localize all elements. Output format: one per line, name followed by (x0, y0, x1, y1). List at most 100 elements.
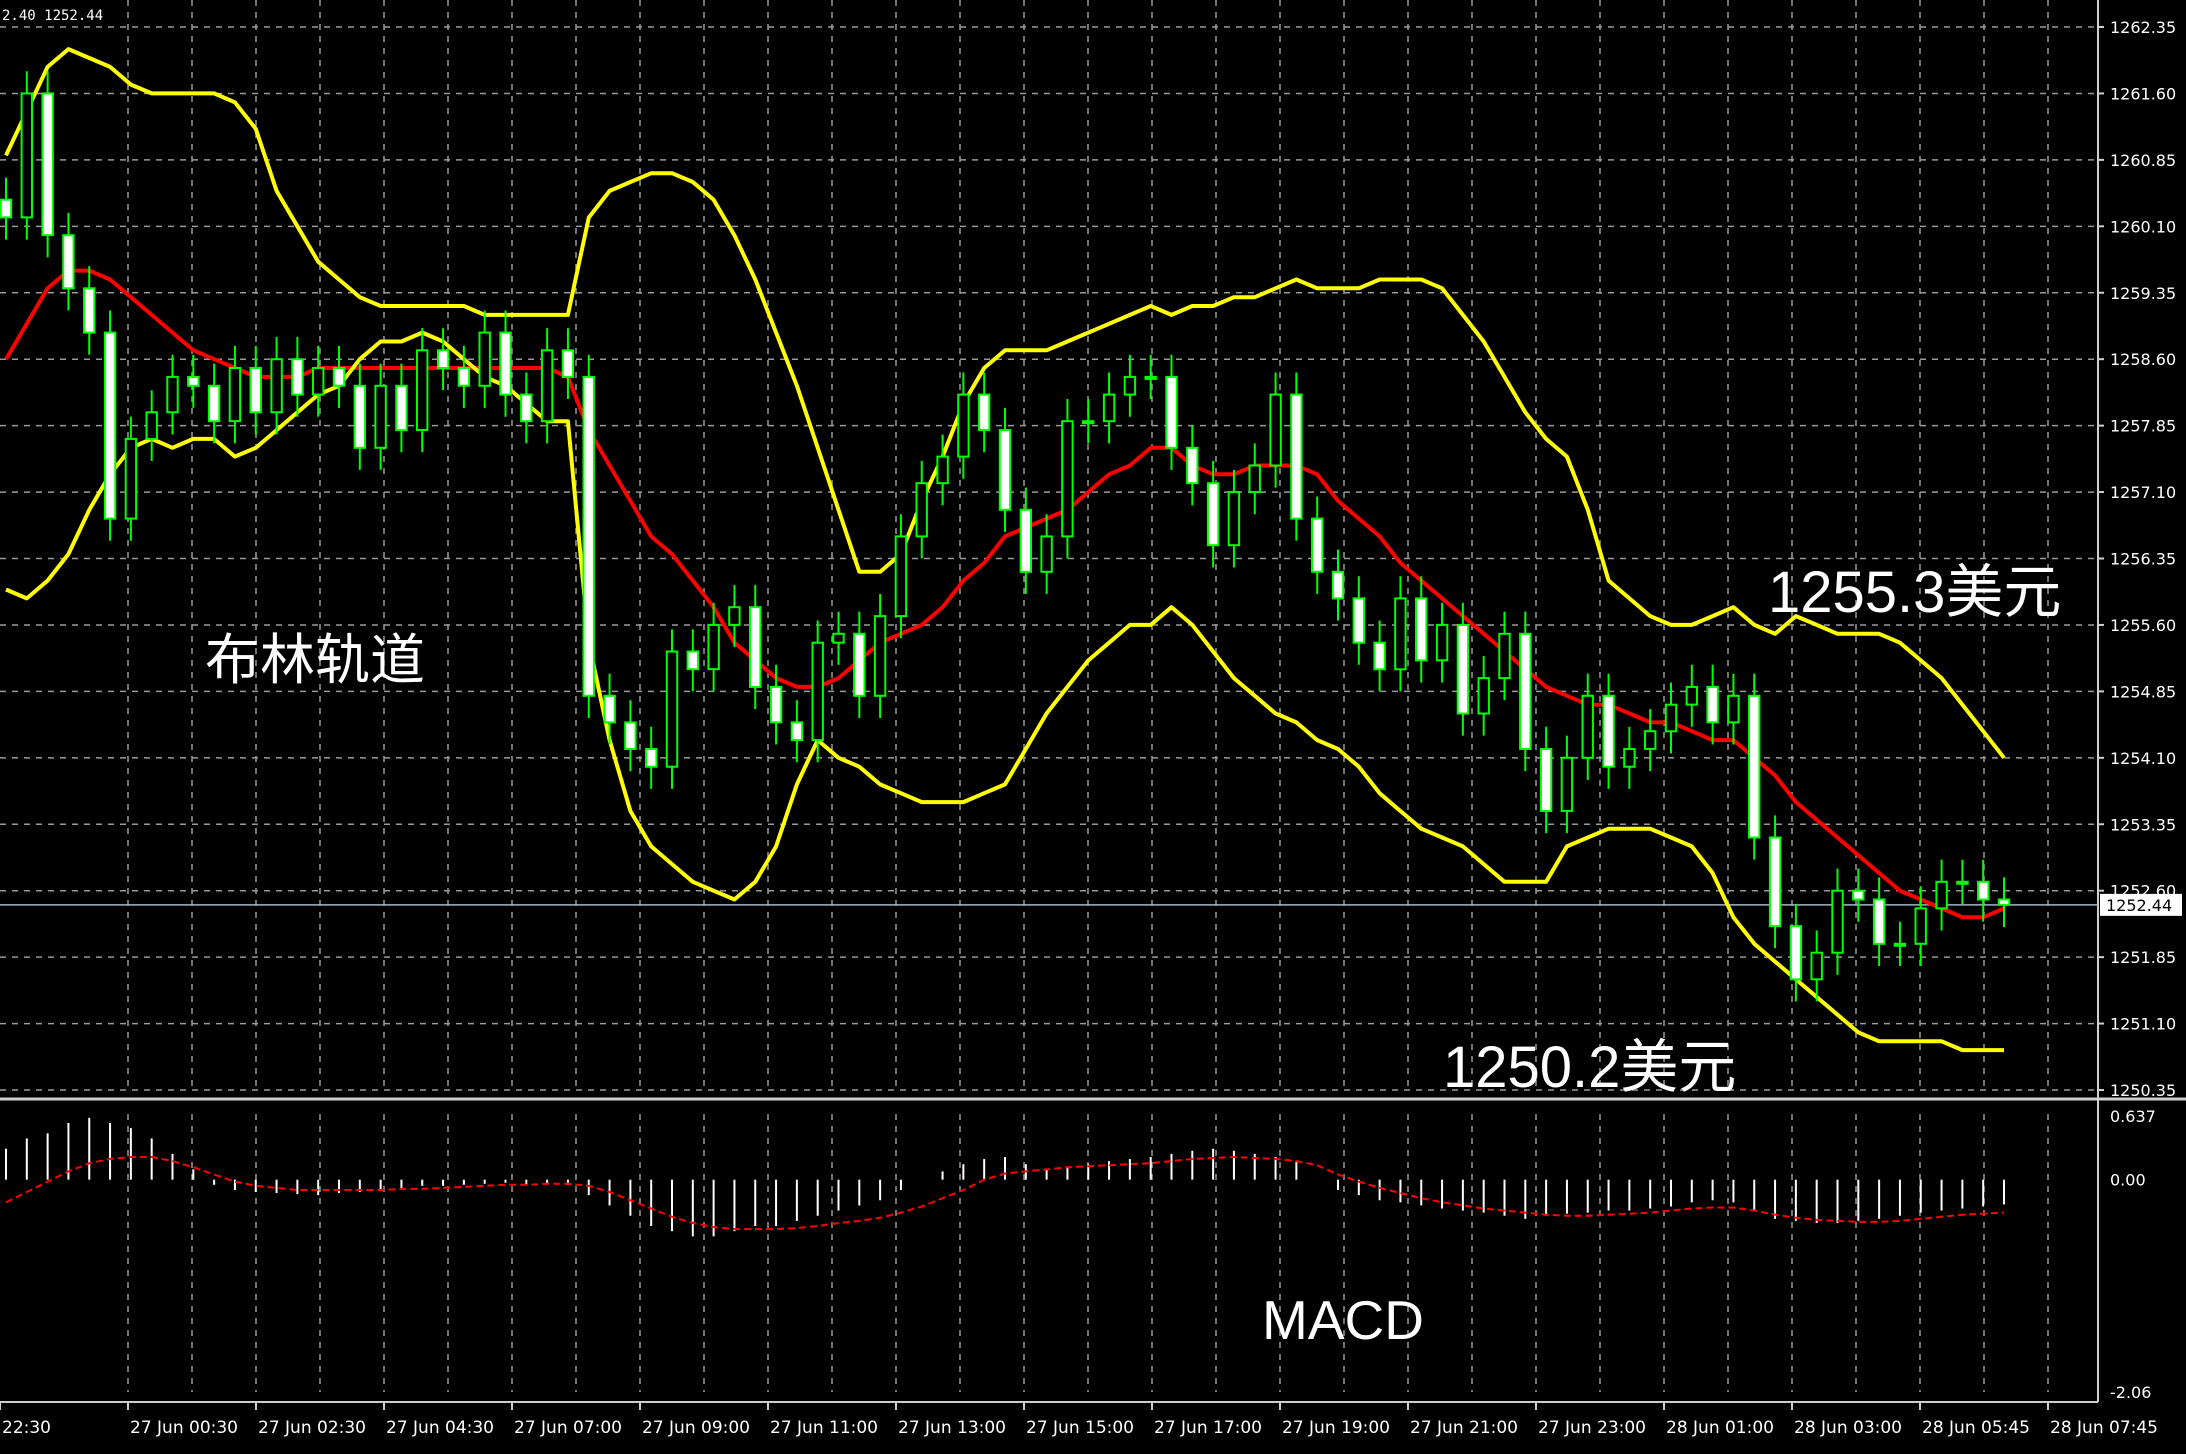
candle-body (1186, 446, 1199, 485)
candle-body (1893, 942, 1907, 947)
candle-body (1623, 748, 1636, 768)
price-tick-label: 1260.10 (2110, 217, 2176, 236)
candle-body (1602, 694, 1615, 768)
candle-body (207, 384, 221, 423)
bollinger-annotation: 布林轨道 (205, 629, 426, 691)
candle-body (520, 393, 533, 423)
candle-body (166, 375, 179, 414)
candle-body (1727, 694, 1740, 724)
candle-body (978, 393, 991, 432)
price-tick-label: 1250.35 (2110, 1081, 2176, 1100)
time-tick-label: 28 Jun 07:45 (2050, 1418, 2158, 1438)
price-tick-label: 1261.60 (2110, 84, 2176, 103)
time-tick-label: 22:30 (2, 1418, 51, 1438)
price-tick-label: 1257.85 (2110, 417, 2176, 436)
candle-body (1706, 685, 1719, 724)
candle-body (499, 331, 512, 396)
candle-body (707, 623, 720, 671)
candle-body (998, 429, 1012, 511)
candle-body (811, 641, 824, 742)
time-tick-label: 27 Jun 15:00 (1026, 1418, 1134, 1438)
grid (0, 0, 2098, 1392)
candle-body (270, 358, 283, 414)
candle-body (83, 287, 96, 334)
candle-body (1102, 393, 1116, 423)
candle-body (957, 393, 970, 458)
time-tick-label: 27 Jun 13:00 (898, 1418, 1006, 1438)
time-tick-label: 28 Jun 01:00 (1666, 1418, 1774, 1438)
candle-body (1123, 375, 1137, 396)
candle-body (41, 92, 54, 237)
candle-body (395, 384, 408, 432)
time-tick-label: 27 Jun 19:00 (1282, 1418, 1390, 1438)
candle-body (790, 721, 804, 742)
upper-price-annotation: 1255.3美元 (1768, 560, 2062, 625)
price-tick-label: 1253.35 (2110, 815, 2176, 834)
axis-labels: 1262.35 1261.60 1260.85 1260.10 1259.35 1258.… (0, 18, 2182, 1438)
candle-body (1435, 623, 1449, 662)
candle-body (1061, 420, 1074, 538)
candle-body (1581, 694, 1594, 759)
bollinger-middle-line (4, 268, 2005, 920)
candle-body (1560, 756, 1574, 812)
price-tick-label: 1254.85 (2110, 682, 2176, 701)
candle-body (187, 375, 200, 387)
candle-body (540, 349, 554, 423)
candle-body (894, 535, 908, 618)
candle-body (1644, 730, 1657, 750)
candle-body (728, 606, 741, 626)
candle-body (1768, 836, 1782, 928)
candle-body (353, 384, 367, 449)
chart-svg: 1262.35 1261.60 1260.85 1260.10 1259.35 1258.… (0, 0, 2186, 1438)
price-tick-label: 1256.35 (2110, 550, 2176, 569)
candle-body (478, 331, 491, 387)
candle-body (1352, 597, 1365, 644)
time-tick-label: 27 Jun 21:00 (1410, 1418, 1518, 1438)
candle-body (1144, 375, 1157, 380)
macd-tick-label: 0.637 (2110, 1107, 2156, 1126)
candle-body (1456, 623, 1470, 715)
macd-tick-label: 0.00 (2110, 1171, 2146, 1190)
candle-body (1227, 491, 1241, 547)
candle-body (1269, 393, 1282, 467)
time-tick-label: 28 Jun 05:45 (1922, 1418, 2030, 1438)
candle-body (832, 632, 845, 644)
candle-body (457, 367, 471, 387)
candle-body (1997, 898, 2011, 906)
candle-body (1331, 570, 1345, 600)
candle-body (624, 721, 637, 751)
candle-body (1748, 694, 1761, 839)
candle-body (312, 367, 325, 396)
time-tick-label: 27 Jun 17:00 (1154, 1418, 1262, 1438)
candle-body (1082, 420, 1095, 425)
candle-body (1206, 482, 1220, 547)
candle-body (1477, 677, 1490, 715)
candle-body (416, 349, 429, 431)
time-tick-label: 28 Jun 03:00 (1794, 1418, 1902, 1438)
time-tick-label: 27 Jun 11:00 (770, 1418, 878, 1438)
candle-body (1519, 632, 1532, 750)
candle-body (1311, 517, 1324, 573)
candle-body (1956, 880, 1969, 885)
candle-body (103, 331, 117, 520)
candle-body (665, 650, 679, 768)
candle-body (749, 606, 762, 688)
candle-body (1498, 632, 1511, 680)
candle-body (1290, 393, 1303, 520)
time-tick-label: 27 Jun 00:30 (130, 1418, 238, 1438)
price-tick-label: 1259.35 (2110, 284, 2176, 303)
candle-body (228, 367, 242, 423)
chart-header: 2.40 1252.44 (2, 8, 104, 24)
candle-body (249, 367, 262, 414)
macd-tick-label: -2.06 (2110, 1383, 2151, 1402)
candle-body (332, 367, 346, 387)
time-tick-label: 27 Jun 09:00 (642, 1418, 750, 1438)
candle-body (1914, 907, 1927, 945)
candle-body (124, 437, 138, 520)
price-tick-label: 1255.60 (2110, 616, 2176, 635)
candle-body (936, 455, 949, 485)
candle-body (1539, 748, 1553, 812)
candle-body (1394, 597, 1407, 671)
candle-body (1040, 535, 1053, 573)
time-tick-label: 27 Jun 04:30 (386, 1418, 494, 1438)
